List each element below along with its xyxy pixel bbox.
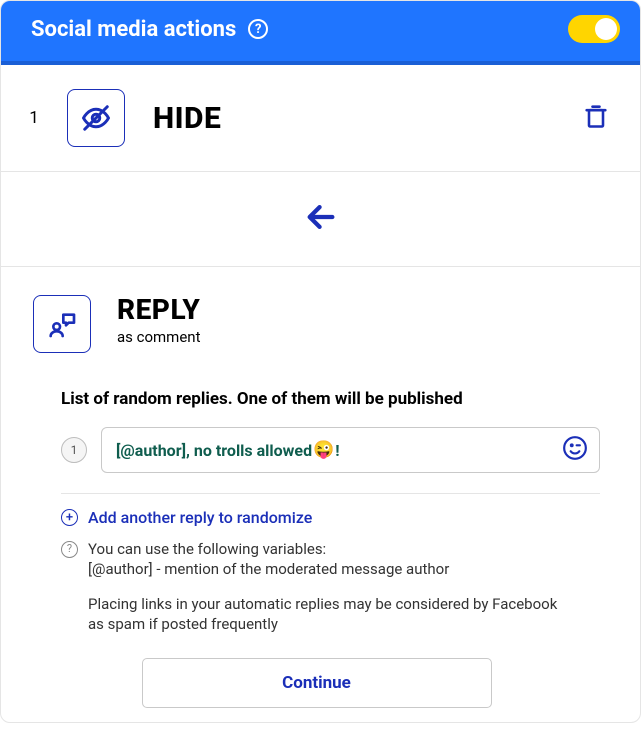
back-arrow-icon[interactable] — [301, 200, 341, 234]
reply-title-block: REPLY as comment — [117, 295, 200, 346]
action-index: 1 — [19, 108, 49, 128]
hide-label: HIDE — [153, 101, 221, 136]
reply-header: REPLY as comment — [33, 295, 600, 353]
back-row — [1, 172, 640, 266]
replies-list-header: List of random replies. One of them will… — [61, 389, 600, 409]
help-line-1: You can use the following variables: — [88, 539, 449, 559]
add-reply-button[interactable]: + Add another reply to randomize — [61, 508, 600, 527]
reply-subtitle: as comment — [117, 328, 200, 346]
reply-person-icon — [46, 308, 78, 340]
variables-help-text: You can use the following variables: [@a… — [88, 539, 449, 580]
trash-icon — [582, 102, 610, 130]
reply-icon-box — [33, 295, 91, 353]
continue-wrap: Continue — [33, 658, 600, 722]
wink-emoji-icon — [562, 435, 588, 461]
social-actions-card: Social media actions ? 1 HIDE — [0, 0, 641, 723]
emoji-picker-button[interactable] — [562, 435, 588, 465]
enable-toggle[interactable] — [568, 15, 620, 43]
variables-help: ? You can use the following variables: [… — [61, 539, 600, 580]
hide-icon-box[interactable] — [67, 89, 125, 147]
continue-button[interactable]: Continue — [142, 658, 492, 708]
toggle-knob — [595, 18, 617, 40]
reply-input[interactable]: [@author], no trolls allowed 😜! — [101, 427, 600, 473]
thin-divider — [61, 493, 600, 494]
reply-item: 1 [@author], no trolls allowed 😜! — [61, 427, 600, 473]
spam-note: Placing links in your automatic replies … — [88, 594, 600, 635]
reply-title: REPLY — [117, 295, 200, 326]
reply-text-post: ! — [335, 441, 339, 460]
reply-index: 1 — [61, 437, 87, 463]
reply-section: REPLY as comment List of random replies.… — [1, 266, 640, 722]
add-reply-label: Add another reply to randomize — [88, 508, 312, 527]
help-line-2: [@author] - mention of the moderated mes… — [88, 559, 449, 579]
delete-action-button[interactable] — [582, 102, 610, 134]
header-title: Social media actions — [31, 17, 236, 42]
eye-off-icon — [81, 103, 111, 133]
hide-action-row: 1 HIDE — [1, 65, 640, 171]
help-icon[interactable]: ? — [248, 19, 268, 39]
reply-input-wrap: [@author], no trolls allowed 😜! — [101, 427, 600, 473]
reply-text-emoji: 😜 — [313, 440, 334, 460]
question-icon: ? — [61, 541, 78, 558]
card-header: Social media actions ? — [1, 1, 640, 65]
reply-text-pre: [@author], no trolls allowed — [116, 441, 312, 460]
plus-icon: + — [61, 509, 78, 526]
